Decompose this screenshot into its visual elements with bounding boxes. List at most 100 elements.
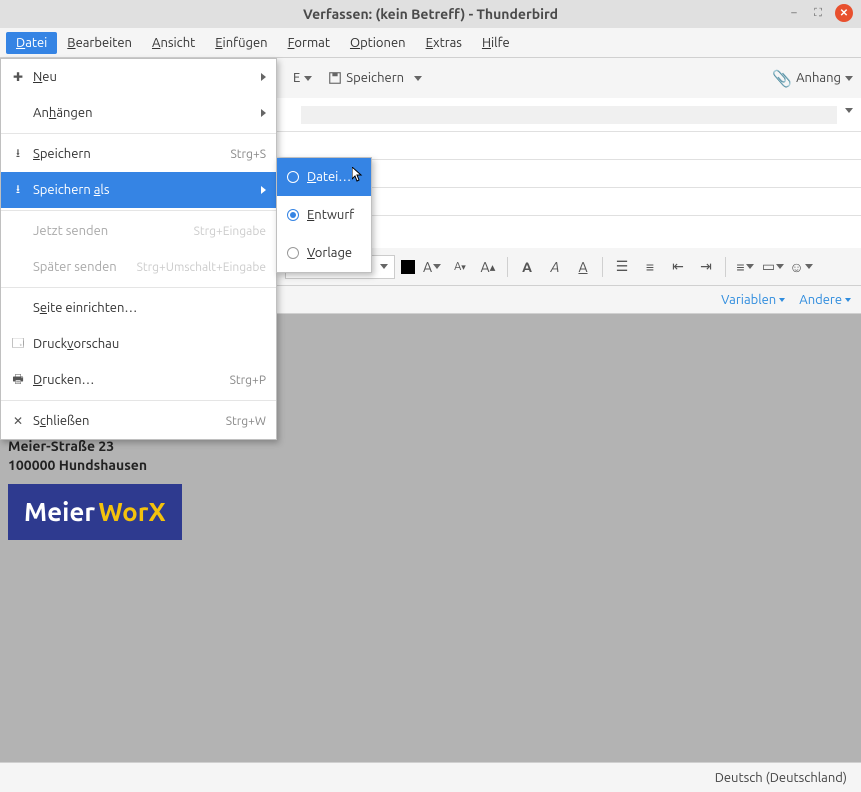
toolbar-fragment[interactable]: E — [285, 67, 320, 89]
menu-drucken-label: Drucken… — [33, 373, 230, 387]
attach-button[interactable]: 📎 Anhang — [772, 69, 853, 88]
menu-schliessen[interactable]: ✕ Schließen Strg+W — [1, 403, 276, 439]
menu-druckvorschau[interactable]: 🗔 Druckvorschau — [1, 326, 276, 362]
menu-spaeter-senden-accel: Strg+Umschalt+Eingabe — [137, 261, 266, 274]
menu-datei[interactable]: Datei — [6, 32, 57, 54]
underline-btn[interactable]: A — [572, 256, 594, 278]
close-icon[interactable]: ✕ — [835, 4, 853, 22]
chevron-down-icon — [776, 264, 784, 269]
outdent-btn[interactable]: ⇤ — [667, 256, 689, 278]
statusbar: Deutsch (Deutschland) — [0, 762, 861, 792]
chevron-right-icon — [261, 109, 266, 117]
maximize-icon[interactable]: ⛶ — [811, 6, 825, 20]
save-label: Speichern — [346, 71, 404, 85]
menu-separator — [1, 287, 276, 288]
recipient-input[interactable] — [301, 106, 837, 124]
variables-dropdown[interactable]: Variablen — [721, 293, 785, 307]
chevron-down-icon — [304, 76, 312, 81]
minimize-icon[interactable]: – — [787, 6, 801, 20]
menu-druckvorschau-label: Druckvorschau — [33, 337, 266, 351]
menubar: Datei Bearbeiten Ansicht Einfügen Format… — [0, 28, 861, 58]
menu-speichern-als[interactable]: ⭳ Speichern als — [1, 172, 276, 208]
paperclip-icon: 📎 — [772, 69, 792, 88]
chevron-down-icon — [433, 264, 441, 269]
bold-btn[interactable]: A — [516, 256, 538, 278]
menu-neu[interactable]: ✚ Neu — [1, 59, 276, 95]
menu-einfuegen[interactable]: Einfügen — [205, 32, 277, 54]
menu-neu-label: Neu — [33, 70, 255, 84]
save-button[interactable]: Speichern — [320, 67, 412, 89]
submenu-datei[interactable]: Datei… — [277, 158, 371, 196]
chevron-down-icon — [805, 264, 813, 269]
menu-spaeter-senden: Später senden Strg+Umschalt+Eingabe — [1, 249, 276, 285]
download-icon: ⭳ — [9, 180, 27, 201]
menu-jetzt-senden-accel: Strg+Eingabe — [194, 225, 266, 238]
insert-btn[interactable]: ▭ — [762, 256, 784, 278]
menu-speichern[interactable]: ⭳ Speichern Strg+S — [1, 136, 276, 172]
menu-speichern-als-label: Speichern als — [33, 183, 255, 197]
menu-separator — [1, 400, 276, 401]
menu-format[interactable]: Format — [278, 32, 340, 54]
radio-icon — [287, 247, 299, 259]
color-swatch[interactable] — [401, 260, 415, 274]
submenu-vorlage[interactable]: Vorlage — [277, 234, 371, 272]
chevron-down-icon — [380, 264, 388, 269]
submenu-entwurf-label: Entwurf — [307, 208, 354, 222]
menu-seite-einrichten[interactable]: Seite einrichten… — [1, 290, 276, 326]
menu-bearbeiten[interactable]: Bearbeiten — [57, 32, 142, 54]
file-menu-dropdown: ✚ Neu Anhängen ⭳ Speichern Strg+S ⭳ Spei… — [0, 58, 277, 440]
window-title: Verfassen: (kein Betreff) - Thunderbird — [303, 6, 558, 22]
chevron-right-icon — [261, 73, 266, 81]
signature-logo: Meier WorX — [8, 484, 182, 539]
menu-extras[interactable]: Extras — [416, 32, 472, 54]
chevron-down-icon — [845, 76, 853, 81]
menu-ansicht[interactable]: Ansicht — [142, 32, 205, 54]
chevron-right-icon — [261, 186, 266, 194]
font-size-btn[interactable]: A — [421, 256, 443, 278]
menu-schliessen-accel: Strg+W — [226, 415, 266, 428]
other-dropdown[interactable]: Andere — [799, 293, 851, 307]
menu-anhaengen[interactable]: Anhängen — [1, 95, 276, 131]
submenu-datei-label: Datei… — [307, 170, 351, 184]
logo-word-2: WorX — [98, 497, 165, 526]
logo-word-1: Meier — [24, 497, 95, 526]
emoji-btn[interactable]: ☺ — [790, 256, 812, 278]
close-icon: ✕ — [9, 414, 27, 428]
print-icon: 🖶 — [9, 370, 27, 391]
chevron-down-icon — [779, 298, 785, 302]
sig-city: 100000 Hundshausen — [8, 456, 182, 475]
number-list-btn[interactable]: ≡ — [639, 256, 661, 278]
recipient-row[interactable] — [277, 98, 861, 132]
align-btn[interactable]: ≡ — [734, 256, 756, 278]
menu-hilfe[interactable]: Hilfe — [472, 32, 520, 54]
language-indicator[interactable]: Deutsch (Deutschland) — [715, 771, 847, 785]
chevron-down-icon[interactable] — [845, 108, 853, 113]
other-label: Andere — [799, 293, 842, 307]
font-smaller-btn[interactable]: A▾ — [449, 256, 471, 278]
chevron-down-icon[interactable] — [414, 76, 422, 81]
menu-separator — [1, 210, 276, 211]
toolbar-fragment-label: E — [293, 71, 300, 85]
menu-seite-label: Seite einrichten… — [33, 301, 266, 315]
radio-checked-icon — [287, 209, 299, 221]
submenu-vorlage-label: Vorlage — [307, 246, 352, 260]
menu-schliessen-label: Schließen — [33, 414, 226, 428]
italic-btn[interactable]: A — [544, 256, 566, 278]
font-larger-btn[interactable]: A▴ — [477, 256, 499, 278]
menu-speichern-accel: Strg+S — [231, 148, 267, 161]
menu-speichern-label: Speichern — [33, 147, 231, 161]
main-toolbar: E Speichern 📎 Anhang — [277, 58, 861, 98]
save-icon — [328, 71, 342, 85]
window-controls: – ⛶ ✕ — [787, 4, 853, 22]
menu-drucken[interactable]: 🖶 Drucken… Strg+P — [1, 362, 276, 398]
plus-icon: ✚ — [9, 70, 27, 84]
bullet-list-btn[interactable]: ☰ — [611, 256, 633, 278]
chevron-down-icon — [746, 264, 754, 269]
menu-optionen[interactable]: Optionen — [340, 32, 416, 54]
download-icon: ⭳ — [9, 144, 27, 165]
menu-jetzt-senden: Jetzt senden Strg+Eingabe — [1, 213, 276, 249]
indent-btn[interactable]: ⇥ — [695, 256, 717, 278]
chevron-down-icon — [845, 298, 851, 302]
header-row-2[interactable] — [277, 132, 861, 160]
submenu-entwurf[interactable]: Entwurf — [277, 196, 371, 234]
